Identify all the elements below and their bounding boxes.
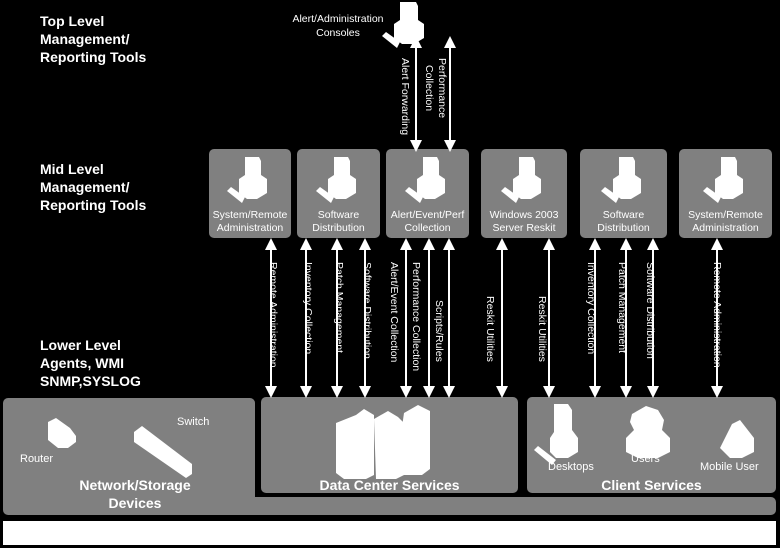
data-center-title: Data Center Services — [319, 477, 460, 493]
users-icon — [626, 406, 670, 458]
laptop-icon — [720, 420, 754, 458]
network-storage-title: Network/Storage Devices — [79, 477, 191, 511]
switch-icon — [134, 426, 192, 478]
server-cluster-icon — [336, 405, 430, 479]
users-label: Users — [631, 453, 660, 465]
client-services-title: Client Services — [601, 477, 702, 493]
desktops-label: Desktops — [548, 461, 594, 473]
switch-label: Switch — [177, 416, 210, 428]
desktop-icon — [534, 404, 578, 465]
mobile-user-label: Mobile User — [700, 461, 759, 473]
router-icon — [48, 418, 76, 448]
router-label: Router — [20, 453, 54, 465]
connector-layer — [48, 36, 754, 479]
architecture-diagram: Top Level Management/ Reporting Tools Mi… — [0, 0, 780, 548]
